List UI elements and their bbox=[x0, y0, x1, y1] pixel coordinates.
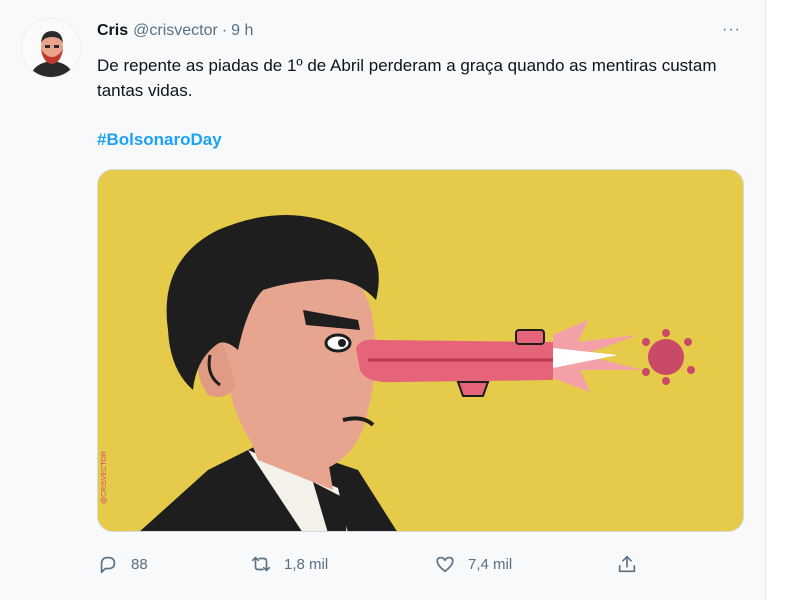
author-handle[interactable]: @crisvector bbox=[133, 22, 218, 40]
tweet-media-image[interactable]: @CRISVECTOR bbox=[97, 169, 744, 532]
like-button[interactable]: 7,4 mil bbox=[434, 550, 512, 578]
retweet-button[interactable]: 1,8 mil bbox=[250, 550, 328, 578]
avatar[interactable] bbox=[21, 18, 81, 78]
tweet-text: De repente as piadas de 1º de Abril perd… bbox=[97, 56, 717, 100]
reply-count: 88 bbox=[131, 555, 148, 573]
reply-button[interactable]: 88 bbox=[97, 550, 148, 578]
separator-dot: · bbox=[221, 22, 228, 39]
share-button[interactable] bbox=[616, 550, 650, 578]
reply-icon bbox=[100, 556, 116, 574]
retweet-icon bbox=[251, 556, 271, 572]
like-count: 7,4 mil bbox=[468, 555, 513, 573]
tweet-actions: 88 1,8 mil 7,4 mil bbox=[97, 550, 657, 578]
share-icon bbox=[618, 555, 636, 573]
more-icon[interactable]: ··· bbox=[722, 22, 741, 38]
artist-signature: @CRISVECTOR bbox=[101, 451, 108, 504]
tweet-timestamp[interactable]: 9 h bbox=[231, 22, 253, 40]
tweet-card[interactable]: Cris @crisvector · 9 h ··· De repente as… bbox=[0, 0, 766, 600]
retweet-count: 1,8 mil bbox=[284, 555, 329, 573]
hashtag-link[interactable]: #BolsonaroDay bbox=[97, 130, 222, 150]
tweet-header: Cris @crisvector · 9 h bbox=[97, 22, 253, 42]
like-icon bbox=[436, 556, 454, 573]
right-edge bbox=[767, 0, 800, 600]
author-name[interactable]: Cris bbox=[97, 22, 128, 40]
